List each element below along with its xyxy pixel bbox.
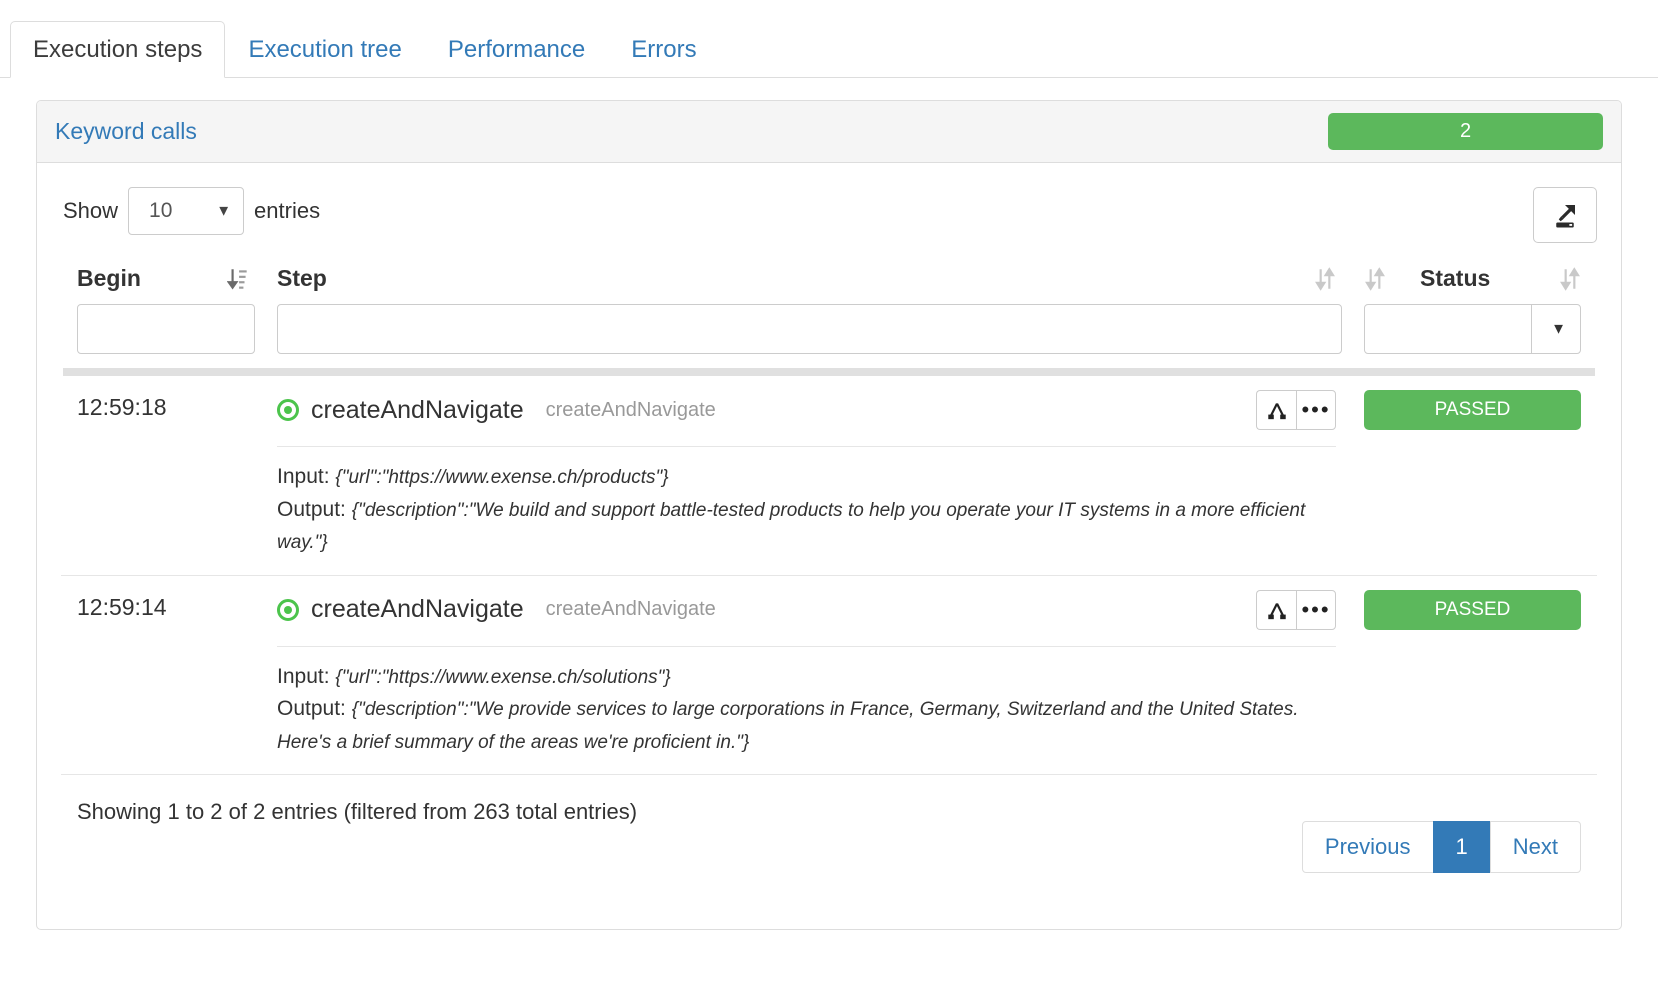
cell-begin: 12:59:14 — [77, 593, 167, 620]
input-value: {"url":"https://www.exense.ch/products"} — [335, 467, 669, 488]
cell-begin: 12:59:18 — [77, 394, 167, 420]
sitemap-icon — [1267, 602, 1286, 619]
output-value: {"description":"We provide services to l… — [277, 699, 1299, 753]
io-block: Input: {"url":"https://www.exense.ch/pro… — [277, 446, 1336, 559]
tab-execution-steps[interactable]: Execution steps — [10, 21, 226, 78]
pagination: Previous 1 Next — [1301, 821, 1581, 874]
page-length-select[interactable]: 10 ▼ — [128, 187, 245, 235]
output-line: Output: {"description":"We provide servi… — [277, 693, 1336, 758]
step-name: createAndNavigate — [311, 595, 524, 624]
sitemap-button[interactable] — [1256, 589, 1296, 630]
panel-body: Show 10 ▼ entries Begin Step Status ▼ 12… — [37, 163, 1621, 874]
panel-header: Keyword calls 2 — [37, 101, 1621, 163]
panel-title-link[interactable]: Keyword calls — [55, 118, 197, 145]
filter-select-status[interactable]: ▼ — [1364, 304, 1581, 354]
sort-both-icon — [1365, 266, 1385, 291]
column-label-step: Step — [277, 265, 327, 291]
column-header-step[interactable]: Step — [263, 265, 1350, 292]
table-controls: Show 10 ▼ entries — [61, 187, 1597, 243]
table-info: Showing 1 to 2 of 2 entries (filtered fr… — [77, 799, 638, 825]
cell-status: PASSED — [1350, 390, 1595, 430]
table-row: 12:59:14 createAndNavigate createAndNavi… — [61, 576, 1597, 776]
status-passed-circle-icon — [277, 399, 299, 421]
chevron-down-icon: ▼ — [216, 202, 232, 220]
tab-performance[interactable]: Performance — [425, 21, 608, 78]
select-divider — [1531, 305, 1532, 353]
pagination-page-1[interactable]: 1 — [1432, 821, 1491, 874]
tab-errors[interactable]: Errors — [608, 21, 719, 78]
row-actions: ••• — [1256, 589, 1336, 630]
output-value: {"description":"We build and support bat… — [277, 499, 1306, 554]
column-header-status[interactable]: Status — [1350, 265, 1595, 292]
sort-both-icon-status — [1560, 266, 1580, 291]
keyword-calls-panel: Keyword calls 2 Show 10 ▼ entries Begin … — [36, 100, 1622, 930]
column-label-begin: Begin — [77, 265, 141, 291]
show-label: Show — [63, 198, 119, 223]
cell-status: PASSED — [1350, 589, 1595, 630]
output-line: Output: {"description":"We build and sup… — [277, 494, 1336, 559]
table-filter-row: ▼ — [61, 304, 1597, 354]
pagination-next[interactable]: Next — [1489, 821, 1581, 874]
tab-bar: Execution steps Execution tree Performan… — [0, 0, 1658, 78]
sitemap-button[interactable] — [1256, 390, 1296, 430]
status-passed-circle-icon — [277, 598, 299, 621]
keyword-calls-count-badge: 2 — [1328, 113, 1603, 150]
input-line: Input: {"url":"https://www.exense.ch/pro… — [277, 461, 1336, 494]
input-label: Input: — [277, 465, 330, 488]
chevron-down-icon: ▼ — [1551, 320, 1566, 338]
output-label: Output: — [277, 697, 346, 721]
ellipsis-icon: ••• — [1301, 597, 1331, 623]
column-label-status: Status — [1420, 265, 1491, 291]
step-name: createAndNavigate — [311, 395, 524, 424]
input-value: {"url":"https://www.exense.ch/solutions"… — [335, 666, 671, 688]
step-subname: createAndNavigate — [545, 398, 716, 421]
sitemap-icon — [1267, 403, 1286, 420]
status-badge[interactable]: PASSED — [1364, 589, 1581, 630]
io-block: Input: {"url":"https://www.exense.ch/sol… — [277, 645, 1336, 759]
filter-input-step[interactable] — [277, 304, 1342, 354]
export-button[interactable] — [1533, 187, 1597, 243]
table-footer: Showing 1 to 2 of 2 entries (filtered fr… — [61, 775, 1597, 874]
table-row: 12:59:18 createAndNavigate createAndNavi… — [61, 376, 1597, 576]
export-arrow-icon — [1556, 205, 1575, 228]
table-header-row: Begin Step Status — [61, 265, 1597, 304]
more-options-button[interactable]: ••• — [1296, 390, 1336, 430]
input-line: Input: {"url":"https://www.exense.ch/sol… — [277, 661, 1336, 694]
output-label: Output: — [277, 497, 346, 521]
column-header-begin[interactable]: Begin — [63, 265, 263, 292]
keyword-calls-table: Begin Step Status ▼ 12:59:18 createAndNa… — [61, 265, 1597, 776]
input-label: Input: — [277, 664, 330, 688]
tab-execution-tree[interactable]: Execution tree — [225, 21, 424, 78]
entries-label: entries — [254, 198, 321, 223]
row-actions: ••• — [1256, 390, 1336, 430]
filter-input-begin[interactable] — [77, 304, 255, 354]
page-length-control: Show 10 ▼ entries — [63, 187, 320, 235]
cell-step: createAndNavigate createAndNavigate ••• … — [263, 390, 1350, 559]
sort-both-icon — [1315, 266, 1335, 291]
step-subname: createAndNavigate — [545, 598, 716, 621]
status-badge[interactable]: PASSED — [1364, 390, 1581, 430]
pagination-previous[interactable]: Previous — [1301, 821, 1434, 874]
cell-step: createAndNavigate createAndNavigate ••• … — [263, 589, 1350, 759]
ellipsis-icon: ••• — [1301, 397, 1331, 423]
column-resize-grip[interactable] — [63, 368, 1595, 376]
page-length-value: 10 — [149, 199, 173, 222]
sort-desc-icon — [227, 268, 247, 290]
more-options-button[interactable]: ••• — [1296, 589, 1336, 630]
